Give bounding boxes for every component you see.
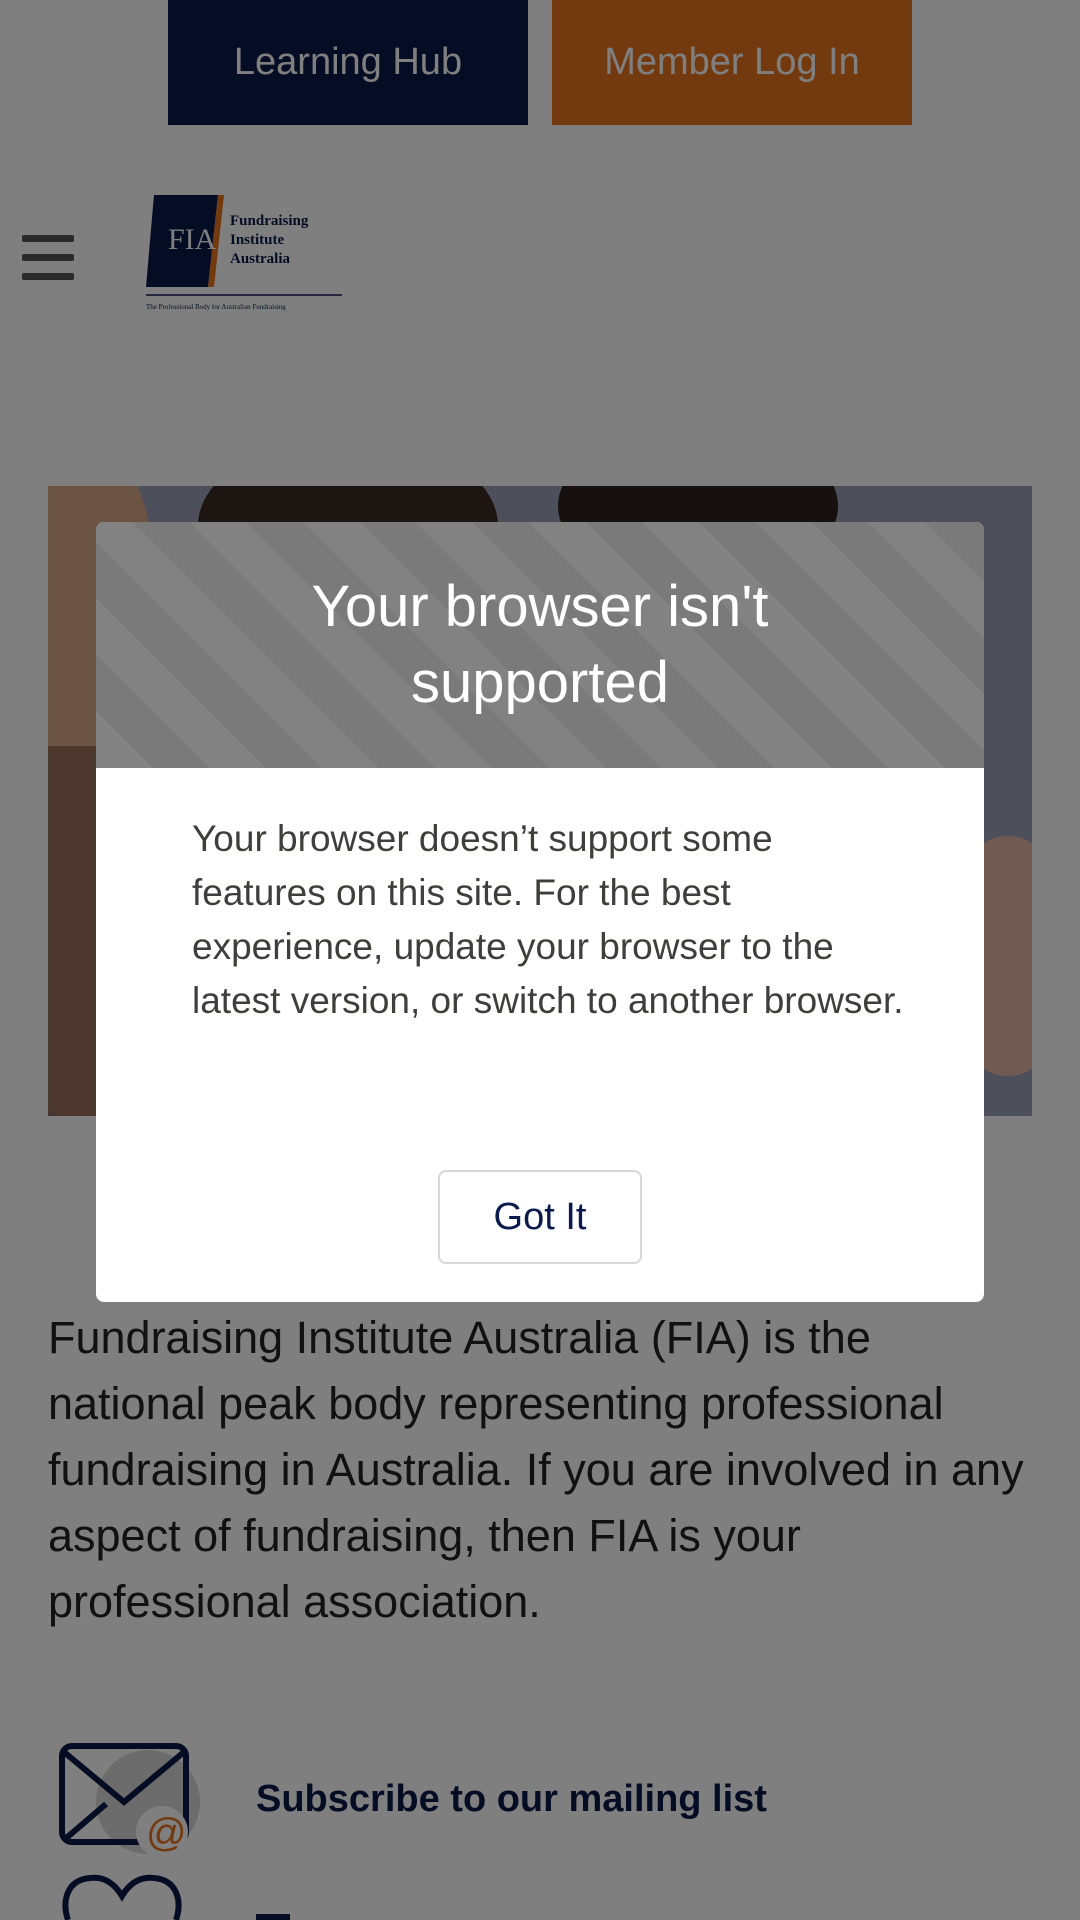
modal-message: Your browser doesn’t support some featur… — [192, 818, 904, 1021]
got-it-button[interactable]: Got It — [438, 1170, 642, 1264]
modal-title: Your browser isn't supported — [311, 574, 769, 715]
page: Learning Hub Member Log In FIA Fundraisi… — [0, 0, 1080, 1920]
modal-header: Your browser isn't supported — [96, 522, 984, 768]
browser-support-modal: Your browser isn't supported Your browse… — [96, 522, 984, 1302]
